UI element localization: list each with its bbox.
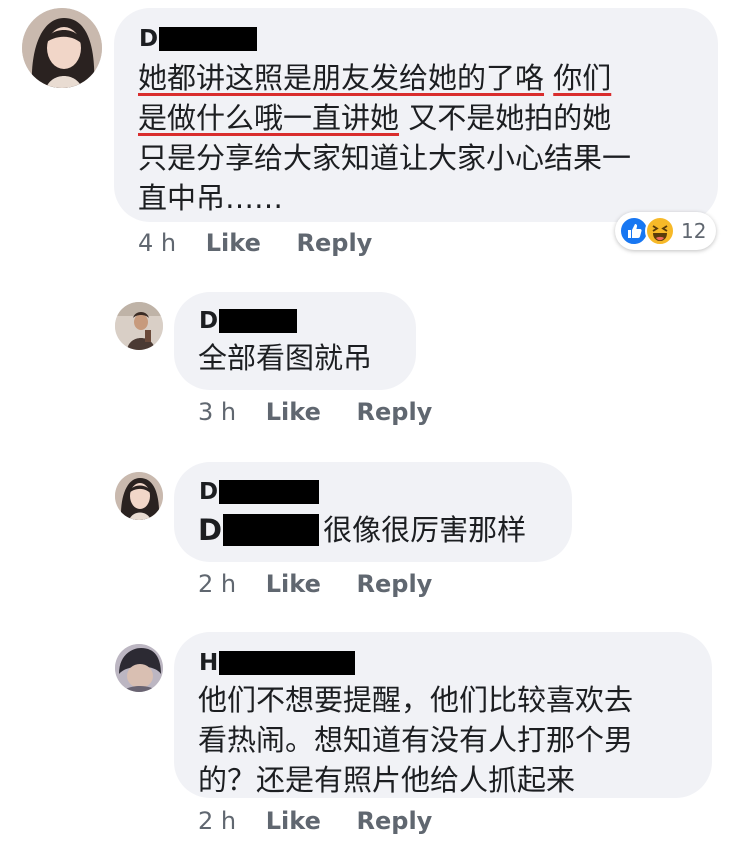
comment-actions: 2 h Like Reply bbox=[198, 807, 432, 835]
reply-button[interactable]: Reply bbox=[297, 229, 373, 257]
timestamp[interactable]: 3 h bbox=[198, 398, 236, 426]
like-button[interactable]: Like bbox=[266, 570, 321, 598]
avatar[interactable] bbox=[115, 302, 163, 350]
avatar[interactable] bbox=[115, 472, 163, 520]
reply-button[interactable]: Reply bbox=[357, 398, 433, 426]
avatar[interactable] bbox=[22, 8, 102, 88]
timestamp[interactable]: 4 h bbox=[138, 229, 176, 257]
comment-text: 她都讲这照是朋友发给她的了咯 你们 是做什么哦一直讲她 又不是她拍的她 只是分享… bbox=[138, 58, 631, 218]
haha-icon bbox=[645, 216, 675, 246]
mention-tag[interactable]: D bbox=[198, 513, 320, 547]
redaction-bar bbox=[223, 514, 320, 546]
like-button[interactable]: Like bbox=[266, 807, 321, 835]
timestamp[interactable]: 2 h bbox=[198, 807, 236, 835]
comment-actions: 3 h Like Reply bbox=[198, 398, 432, 426]
timestamp[interactable]: 2 h bbox=[198, 570, 236, 598]
like-button[interactable]: Like bbox=[266, 398, 321, 426]
reaction-count: 12 bbox=[681, 219, 707, 243]
avatar[interactable] bbox=[115, 644, 163, 692]
comment-line: 是做什么哦一直讲她 又不是她拍的她 bbox=[138, 101, 612, 135]
redaction-bar bbox=[159, 27, 258, 51]
comment-text: D 很像很厉害那样 bbox=[198, 513, 527, 547]
redaction-bar bbox=[219, 480, 320, 504]
user-photo-icon bbox=[115, 472, 163, 520]
reply-button[interactable]: Reply bbox=[357, 807, 433, 835]
comment-actions: 2 h Like Reply bbox=[198, 570, 432, 598]
commenter-name[interactable]: D bbox=[139, 26, 258, 52]
user-photo-icon bbox=[115, 302, 163, 350]
user-photo-icon bbox=[22, 8, 102, 88]
comment-line: 他们不想要提醒，他们比较喜欢去 bbox=[198, 683, 634, 717]
commenter-name[interactable]: D bbox=[199, 479, 320, 505]
redaction-bar bbox=[219, 651, 356, 675]
redaction-bar bbox=[219, 309, 298, 333]
comment-text: 全部看图就吊 bbox=[198, 341, 373, 375]
comment-line: 她都讲这照是朋友发给她的了咯 你们 bbox=[138, 61, 612, 95]
user-photo-icon bbox=[115, 644, 163, 692]
comment-line: 直中吊…… bbox=[138, 181, 284, 215]
like-button[interactable]: Like bbox=[206, 229, 261, 257]
reactions-summary[interactable]: 12 bbox=[615, 212, 717, 250]
comment-line: 只是分享给大家知道让大家小心结果一 bbox=[138, 141, 632, 175]
commenter-name[interactable]: D bbox=[199, 308, 298, 334]
comment-line: 看热闹。想知道有没有人打那个男 bbox=[198, 723, 634, 757]
comment-thread: D 她都讲这照是朋友发给她的了咯 你们 是做什么哦一直讲她 又不是她拍的她 只是… bbox=[0, 0, 747, 841]
reply-button[interactable]: Reply bbox=[357, 570, 433, 598]
comment-text: 他们不想要提醒，他们比较喜欢去 看热闹。想知道有没有人打那个男 的？还是有照片他… bbox=[198, 680, 633, 800]
comment-actions: 4 h Like Reply bbox=[138, 229, 372, 257]
commenter-name[interactable]: H bbox=[199, 650, 356, 676]
comment-line: 的？还是有照片他给人抓起来 bbox=[198, 763, 576, 797]
